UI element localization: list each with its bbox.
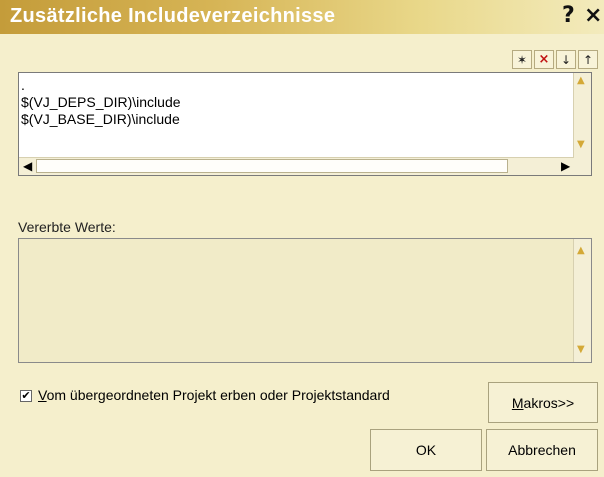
cancel-button[interactable]: Abbrechen bbox=[486, 429, 598, 471]
list-item[interactable]: $(VJ_DEPS_DIR)\include bbox=[21, 94, 181, 111]
move-down-button[interactable]: ↓ bbox=[556, 50, 576, 69]
list-items: . $(VJ_DEPS_DIR)\include $(VJ_BASE_DIR)\… bbox=[21, 77, 181, 128]
inherited-values-box[interactable]: ▲ ▼ bbox=[18, 238, 592, 363]
scroll-right-icon[interactable]: ▶ bbox=[561, 159, 570, 173]
scroll-up-icon[interactable]: ▲ bbox=[577, 245, 585, 256]
arrow-down-icon: ↓ bbox=[560, 52, 572, 67]
arrow-up-icon: ↑ bbox=[582, 52, 594, 67]
title-bar[interactable]: Zusätzliche Includeverzeichnisse ? × bbox=[0, 0, 604, 34]
dialog-title: Zusätzliche Includeverzeichnisse bbox=[10, 5, 336, 27]
dialog-window: Zusätzliche Includeverzeichnisse ? × ✶ ×… bbox=[0, 0, 604, 477]
list-horizontal-scrollbar[interactable]: ◀ ▶ bbox=[19, 157, 574, 175]
delete-button[interactable]: × bbox=[534, 50, 554, 69]
list-toolbar: ✶ × ↓ ↑ bbox=[510, 50, 598, 70]
scrollbar-corner bbox=[574, 158, 591, 175]
help-button[interactable]: ? bbox=[562, 3, 575, 29]
inherit-checkbox[interactable]: ✔ bbox=[20, 390, 32, 402]
inherited-vertical-scrollbar[interactable]: ▲ ▼ bbox=[573, 239, 591, 362]
include-dirs-list[interactable]: . $(VJ_DEPS_DIR)\include $(VJ_BASE_DIR)\… bbox=[18, 72, 592, 176]
new-line-button[interactable]: ✶ bbox=[512, 50, 532, 69]
scroll-left-icon[interactable]: ◀ bbox=[23, 159, 32, 173]
new-folder-icon: ✶ bbox=[516, 52, 528, 67]
delete-icon: × bbox=[538, 52, 550, 67]
move-up-button[interactable]: ↑ bbox=[578, 50, 598, 69]
inherit-checkbox-label[interactable]: Vom übergeordneten Projekt erben oder Pr… bbox=[38, 387, 390, 403]
scroll-down-icon[interactable]: ▼ bbox=[577, 139, 585, 150]
makros-button[interactable]: Makros>> bbox=[488, 382, 598, 423]
list-vertical-scrollbar[interactable]: ▲ ▼ bbox=[573, 73, 591, 158]
scroll-up-icon[interactable]: ▲ bbox=[577, 75, 585, 86]
close-button[interactable]: × bbox=[584, 3, 602, 29]
scroll-down-icon[interactable]: ▼ bbox=[577, 344, 585, 355]
list-item[interactable]: . bbox=[21, 77, 181, 94]
list-item[interactable]: $(VJ_BASE_DIR)\include bbox=[21, 111, 181, 128]
inherited-values-label: Vererbte Werte: bbox=[18, 219, 116, 235]
ok-button[interactable]: OK bbox=[370, 429, 482, 471]
scroll-thumb[interactable] bbox=[36, 159, 508, 173]
